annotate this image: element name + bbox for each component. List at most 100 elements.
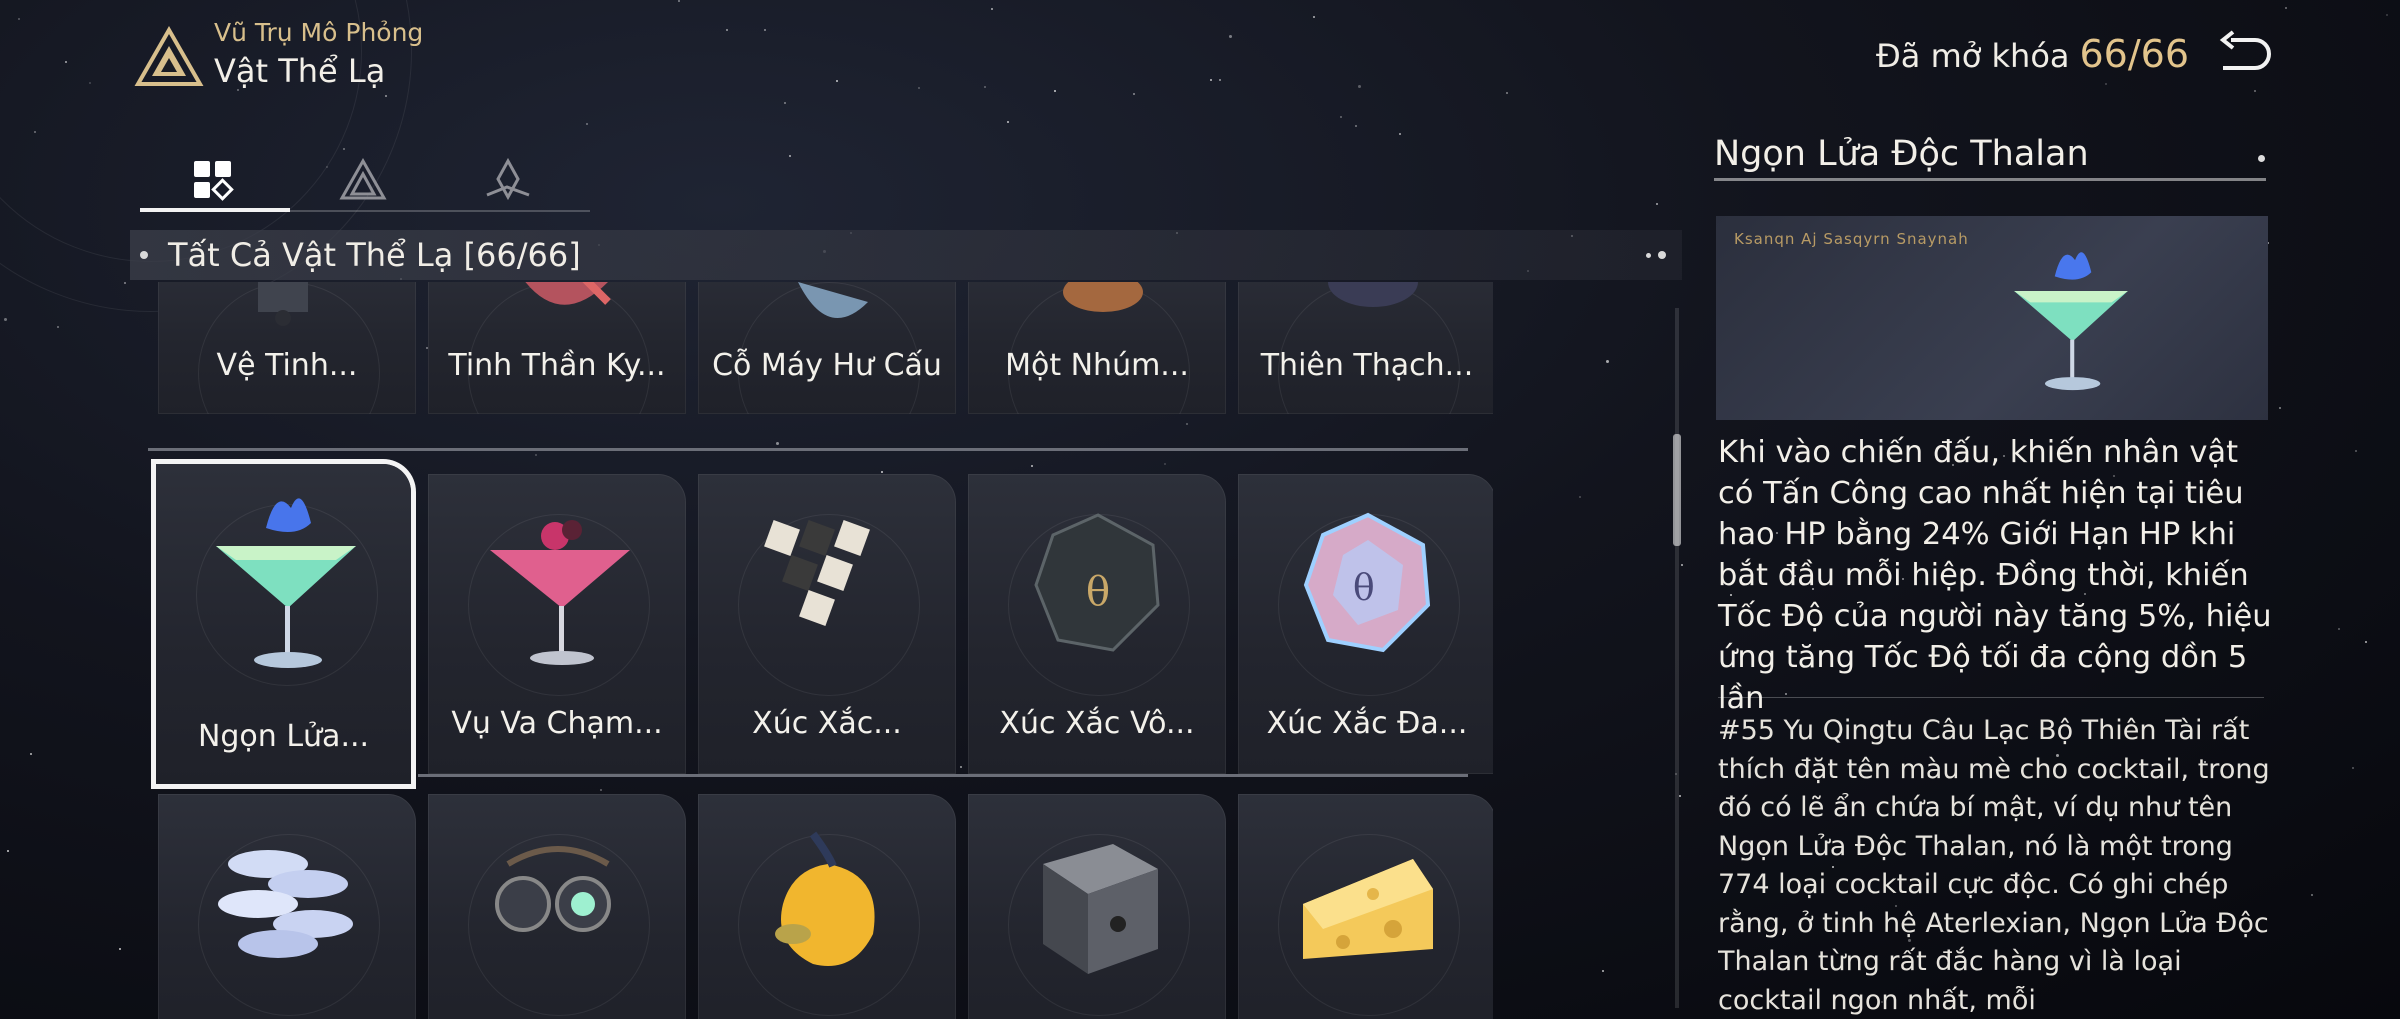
lore-text[interactable]: #55 Yu Qingtu Câu Lạc Bộ Thiên Tài rất t…	[1718, 712, 2278, 1019]
grid-scrollbar-track[interactable]	[1675, 308, 1679, 1008]
star	[1219, 79, 1221, 81]
curio-label: Cỗ Máy Hư Cấu	[712, 348, 942, 383]
star	[119, 948, 121, 950]
star	[1656, 203, 1658, 205]
star	[2352, 767, 2354, 769]
star	[1340, 116, 1342, 118]
star	[89, 82, 91, 84]
svg-text:θ: θ	[1353, 568, 1375, 609]
star	[2338, 628, 2340, 630]
metal-box-icon	[1043, 844, 1158, 974]
star	[2254, 90, 2256, 92]
star	[764, 29, 766, 31]
detail-title: Ngọn Lửa Độc Thalan	[1714, 134, 2089, 174]
curio-card-selected[interactable]: Ngọn Lửa...	[156, 464, 411, 784]
blue-flame-cocktail-icon	[2014, 252, 2128, 391]
dice-pyramid-icon	[764, 520, 870, 626]
star	[918, 87, 920, 89]
breadcrumb-subtitle: Vũ Trụ Mô Phỏng	[214, 18, 424, 47]
curio-label: Ngọn Lửa...	[197, 719, 370, 754]
curio-label: Xúc Xắc Vô...	[999, 706, 1195, 741]
goggles-device-icon	[495, 846, 611, 932]
svg-text:θ: θ	[1086, 569, 1110, 615]
star	[726, 29, 728, 31]
trefoil-emblem-icon	[485, 157, 530, 201]
star	[1399, 133, 1401, 135]
unlock-label: Đã mở khóa	[1876, 37, 2070, 75]
star	[2285, 7, 2287, 9]
star	[1355, 125, 1357, 127]
curio-card[interactable]	[158, 794, 416, 1019]
curio-card[interactable]	[428, 794, 686, 1019]
section-header: Tất Cả Vật Thể Lạ [66/66]	[130, 230, 1682, 280]
star	[789, 155, 791, 157]
star	[2386, 14, 2388, 16]
grid-scrollbar-thumb[interactable]	[1673, 434, 1681, 546]
curio-card[interactable]	[968, 794, 1226, 1019]
curio-label: Vệ Tinh...	[216, 348, 358, 383]
curio-label: Vụ Va Chạm...	[451, 706, 663, 741]
pinch-icon	[1063, 282, 1143, 312]
star	[1602, 970, 1604, 972]
back-arrow-icon[interactable]	[2215, 30, 2271, 78]
curio-label: Xúc Xắc Đa...	[1266, 706, 1468, 741]
detail-title-underline	[1714, 178, 2266, 181]
star	[678, 0, 680, 2]
tab-triangle[interactable]	[290, 150, 435, 210]
star	[784, 102, 786, 104]
curio-card[interactable]: Xúc Xắc...	[698, 474, 956, 774]
star	[1007, 121, 1009, 123]
grid-all-icon	[193, 161, 234, 201]
triangle-emblem-icon	[338, 158, 387, 200]
star	[1133, 93, 1135, 95]
star	[57, 326, 59, 328]
star	[2311, 894, 2313, 896]
curio-label: Xúc Xắc...	[752, 706, 902, 741]
star	[34, 131, 36, 133]
curio-card[interactable]: Một Nhúm...	[968, 282, 1226, 414]
row-divider	[418, 774, 1468, 777]
row-divider	[148, 448, 1468, 451]
curio-card[interactable]: θ Xúc Xắc Đa...	[1238, 474, 1493, 774]
star	[124, 282, 126, 284]
detail-preview: Ksanqn Aj Sasqyrn Snaynah	[1716, 216, 2268, 420]
blue-flame-cocktail-icon	[216, 498, 356, 668]
tab-all[interactable]	[140, 150, 285, 210]
curio-card[interactable]: Vệ Tinh...	[158, 282, 416, 414]
section-title: Tất Cả Vật Thể Lạ [66/66]	[168, 236, 581, 274]
unlock-status: Đã mở khóa 66/66	[1876, 32, 2189, 76]
star	[2365, 641, 2367, 643]
curio-label: Thiên Thạch...	[1260, 348, 1474, 383]
section-dot	[140, 251, 148, 259]
star	[1679, 795, 1681, 797]
curio-card[interactable]: Tinh Thần Ky...	[428, 282, 686, 414]
star	[2279, 407, 2281, 409]
satellite-icon	[258, 282, 308, 326]
simulated-universe-emblem-icon	[134, 26, 204, 86]
star	[1606, 360, 1609, 363]
curio-label: Một Nhúm...	[1005, 348, 1189, 383]
star	[2355, 450, 2357, 452]
active-tab-indicator	[140, 208, 290, 212]
star	[7, 850, 9, 852]
detail-title-dot	[2258, 155, 2265, 162]
star	[1506, 92, 1508, 94]
section-dot	[1646, 253, 1651, 258]
meteor-icon	[1328, 282, 1418, 307]
category-tabs	[140, 150, 590, 212]
curio-card[interactable]: θ Xúc Xắc Vô...	[968, 474, 1226, 774]
curio-card[interactable]: Cỗ Máy Hư Cấu	[698, 282, 956, 414]
curio-card[interactable]: Thiên Thạch...	[1238, 282, 1493, 414]
unlock-count: 66/66	[2079, 32, 2190, 76]
curio-card[interactable]	[1238, 794, 1493, 1019]
spirit-icon	[525, 282, 611, 305]
curio-card[interactable]: Vụ Va Chạm...	[428, 474, 686, 774]
tab-trefoil[interactable]	[435, 150, 580, 210]
curio-grid: Vệ Tinh... Tinh Thần Ky... Cỗ Máy Hư Cấu…	[148, 282, 1493, 1019]
star	[984, 86, 986, 88]
curio-card[interactable]	[698, 794, 956, 1019]
curio-label: Tinh Thần Ky...	[448, 348, 666, 383]
machine-icon	[798, 282, 868, 318]
star	[18, 18, 20, 20]
pink-cocktail-icon	[490, 520, 630, 665]
